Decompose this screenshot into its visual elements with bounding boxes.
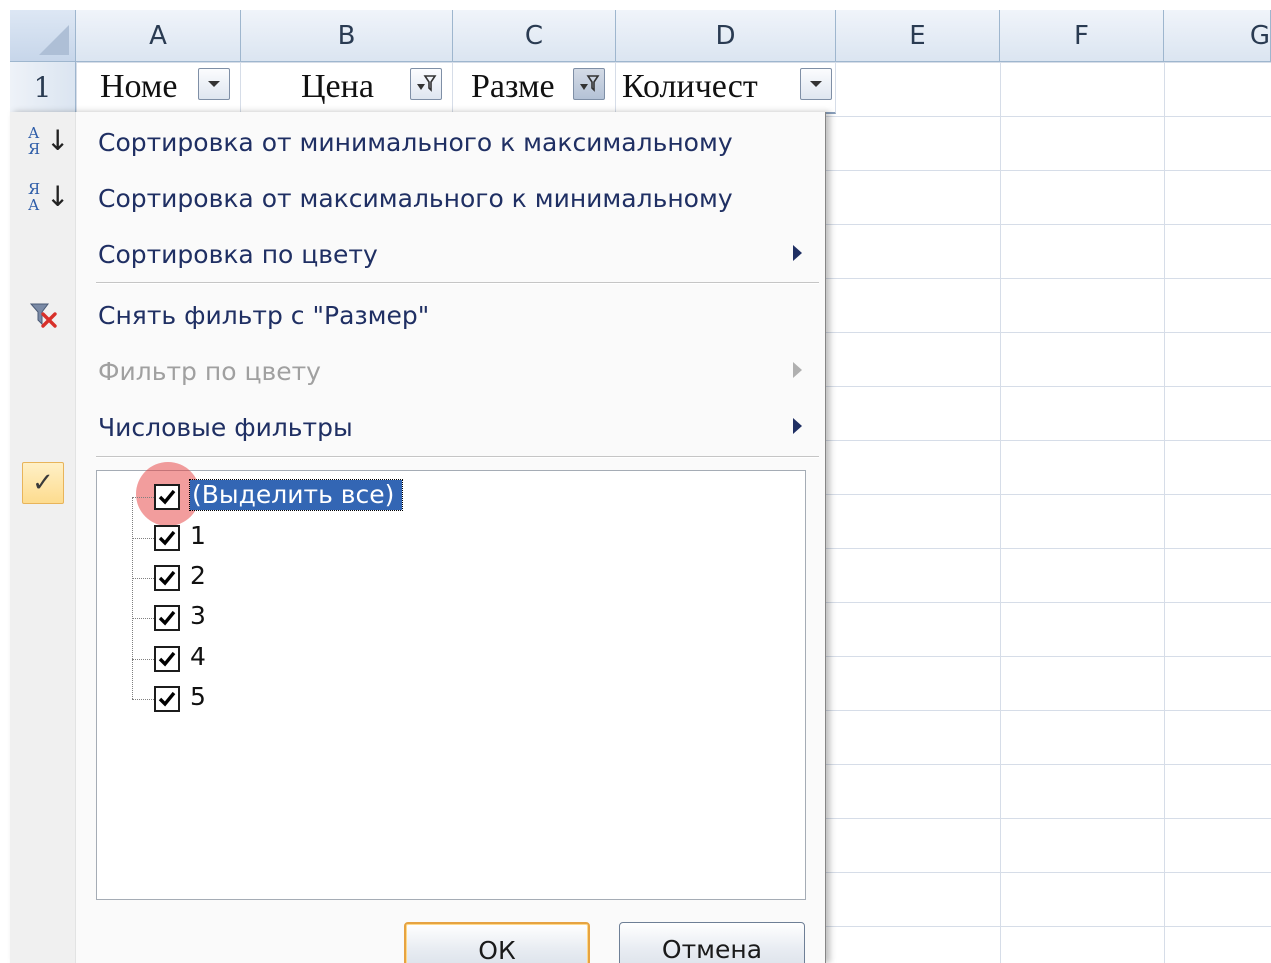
menu-item-filter-by-color: Фильтр по цвету	[10, 344, 826, 398]
select-all-label[interactable]: (Выделить все)	[188, 479, 404, 511]
checkmark-icon	[158, 489, 176, 505]
cancel-button[interactable]: Отмена	[619, 922, 805, 963]
filter-dropdown-b-button[interactable]	[410, 68, 442, 100]
submenu-arrow-icon	[793, 245, 802, 261]
menu-item-clear-filter[interactable]: Снять фильтр с "Размер"	[10, 288, 826, 342]
sort-ascending-icon: А Я ↓	[28, 124, 70, 158]
select-all-checkbox[interactable]	[154, 484, 180, 510]
value-label-5[interactable]: 5	[190, 682, 206, 712]
value-label-2[interactable]: 2	[190, 561, 206, 591]
filter-dropdown-a-button[interactable]	[198, 68, 230, 100]
menu-item-label: Сортировка по цвету	[98, 239, 378, 269]
submenu-arrow-icon	[793, 418, 802, 434]
checkmark-icon	[158, 530, 176, 546]
ok-button[interactable]: ОК	[404, 922, 590, 963]
value-label-3[interactable]: 3	[190, 601, 206, 631]
menu-item-sort-ascending[interactable]: А Я ↓ Сортировка от минимального к максима…	[10, 115, 826, 169]
value-checkbox-5[interactable]	[154, 686, 180, 712]
menu-item-label: Фильтр по цвету	[98, 356, 321, 386]
column-header-e[interactable]: E	[836, 10, 1000, 62]
value-label-1[interactable]: 1	[190, 521, 206, 551]
filter-dropdown-d-button[interactable]	[800, 68, 832, 100]
value-checkbox-3[interactable]	[154, 605, 180, 631]
tree-line	[132, 497, 133, 699]
column-header-f[interactable]: F	[1000, 10, 1164, 62]
column-header-d[interactable]: D	[616, 10, 836, 62]
menu-item-sort-by-color[interactable]: Сортировка по цвету	[10, 227, 826, 281]
funnel-icon	[417, 75, 437, 92]
column-header-g[interactable]: G	[1164, 10, 1271, 62]
column-header-c[interactable]: C	[453, 10, 616, 62]
submenu-arrow-icon	[793, 362, 802, 378]
chevron-down-icon	[810, 81, 822, 87]
value-label-4[interactable]: 4	[190, 642, 206, 672]
menu-item-number-filters[interactable]: Числовые фильтры	[10, 400, 826, 454]
checkmark-icon	[158, 691, 176, 707]
value-checkbox-2[interactable]	[154, 565, 180, 591]
menu-separator	[96, 282, 819, 284]
clear-filter-icon	[29, 303, 57, 328]
checkmark-icon	[158, 570, 176, 586]
column-header-a[interactable]: A	[76, 10, 241, 62]
menu-item-label: Сортировка от минимального к максимально…	[98, 127, 733, 157]
menu-item-sort-descending[interactable]: Я А ↓ Сортировка от максимального к минима…	[10, 171, 826, 225]
chevron-down-icon	[208, 81, 220, 87]
menu-item-label: Числовые фильтры	[98, 412, 353, 442]
checkmark-icon	[158, 651, 176, 667]
menu-item-label: Снять фильтр с "Размер"	[98, 300, 430, 330]
value-checkbox-4[interactable]	[154, 646, 180, 672]
select-all-corner[interactable]	[10, 10, 76, 62]
row-header-1[interactable]: 1	[10, 62, 76, 114]
funnel-icon	[580, 75, 600, 92]
menu-item-label: Сортировка от максимального к минимально…	[98, 183, 733, 213]
column-header-b[interactable]: B	[241, 10, 453, 62]
value-checkbox-1[interactable]	[154, 525, 180, 551]
checkmark-icon	[158, 610, 176, 626]
menu-separator	[96, 456, 819, 458]
filter-dropdown-c-button[interactable]	[573, 68, 605, 100]
checkmark-icon: ✓	[22, 462, 64, 504]
sort-descending-icon: Я А ↓	[28, 180, 70, 214]
